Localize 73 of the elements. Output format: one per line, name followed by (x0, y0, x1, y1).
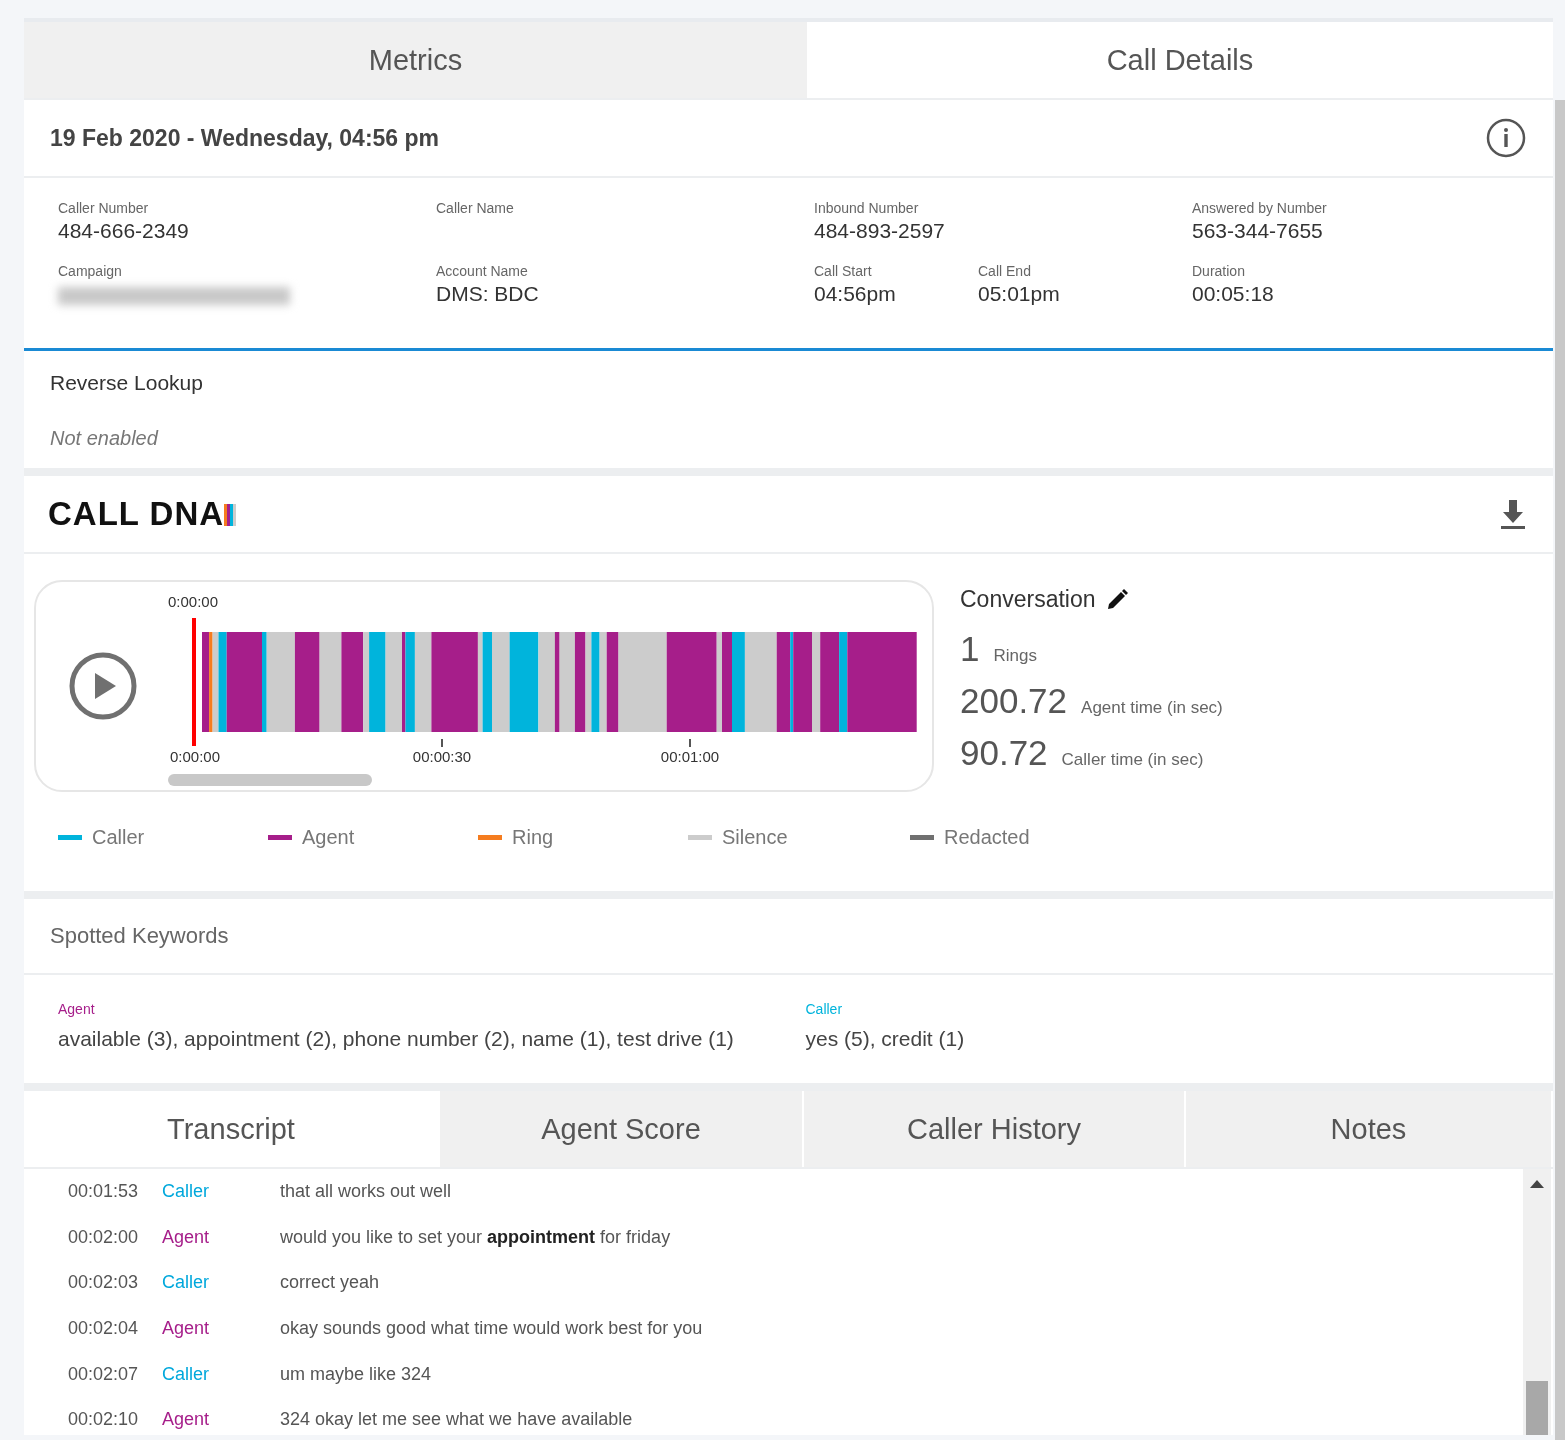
keyword-group-label: Agent (58, 1001, 96, 1017)
tab[interactable]: Metrics (24, 22, 809, 98)
transcript-text: would you like to set your appointment for friday (280, 1226, 671, 1248)
transcript-text: um maybe like 324 (280, 1363, 432, 1385)
playhead-handle[interactable] (192, 618, 196, 746)
timestamp: 00:02:07 (68, 1363, 140, 1385)
timestamp: 00:02:00 (68, 1226, 140, 1248)
tab[interactable]: Caller History (804, 1091, 1186, 1167)
timestamp: 00:02:04 (68, 1318, 140, 1340)
speaker-label: Caller (162, 1363, 210, 1385)
field-label: Duration (1192, 263, 1246, 281)
time-tick-label: 0:00:00 (170, 748, 221, 765)
conversation-title: Conversation (960, 586, 1096, 613)
timeline-scrollbar[interactable] (168, 774, 372, 786)
page-scrollbar[interactable] (1555, 100, 1565, 1440)
speaker-label: Caller (162, 1181, 210, 1203)
tab[interactable]: Notes (1186, 1091, 1553, 1167)
field-value: 04:56pm (814, 282, 897, 307)
legend-label: Agent (302, 826, 355, 849)
keyword-list: yes (5), credit (1) (805, 1027, 1553, 1051)
legend-label: Caller (92, 826, 145, 849)
field-value: 563-344-7655 (1192, 219, 1324, 244)
speaker-label: Caller (162, 1272, 210, 1294)
field-label: Inbound Number (814, 200, 920, 218)
section-title: Spotted Keywords (24, 899, 1553, 975)
transcript-text: correct yeah (280, 1272, 380, 1294)
stat-label: Rings (993, 646, 1037, 666)
legend-label: Ring (512, 826, 554, 849)
field-label: Caller Number (58, 200, 150, 218)
speaker-label: Agent (162, 1409, 211, 1431)
field-label: Account Name (436, 263, 529, 281)
download-icon[interactable] (1499, 498, 1527, 530)
scroll-up-icon[interactable] (1530, 1179, 1544, 1189)
field-value: 05:01pm (978, 282, 1061, 307)
time-tick-label: 00:01:00 (660, 748, 720, 765)
stat-value: 1 (960, 629, 980, 669)
stat-label: Caller time (in sec) (1061, 750, 1204, 770)
stat-value: 200.72 (960, 681, 1068, 721)
legend-label: Silence (722, 826, 788, 849)
playhead-time: 0:00:00 (168, 593, 219, 610)
field-value: 484-893-2597 (814, 219, 945, 244)
field-label: Campaign (58, 263, 123, 281)
status-text: Not enabled (50, 427, 160, 450)
speaker-label: Agent (162, 1318, 211, 1340)
field-value: 00:05:18 (1192, 282, 1275, 307)
stat-value: 90.72 (960, 733, 1048, 773)
info-icon[interactable] (1485, 117, 1527, 159)
logo-stripes-icon (224, 502, 237, 526)
transcript-text: 324 okay let me see what we have available (280, 1409, 633, 1431)
field-value: 484-666-2349 (58, 219, 189, 244)
transcript-text: that all works out well (280, 1181, 452, 1203)
field-value: DMS: BDC (436, 282, 540, 307)
field-label: Call Start (814, 263, 873, 281)
scrollbar-thumb[interactable] (1526, 1381, 1548, 1435)
time-tick-label: 00:00:30 (412, 748, 472, 765)
pencil-icon[interactable] (1105, 588, 1128, 611)
play-icon[interactable] (68, 651, 138, 721)
field-label: Caller Name (436, 200, 515, 218)
logo-title: CALL DNA (48, 495, 225, 533)
keyword-group-label: Caller (805, 1001, 844, 1017)
timestamp: 00:02:03 (68, 1272, 140, 1294)
timestamp: 00:01:53 (68, 1181, 140, 1203)
field-label: Answered by Number (1192, 200, 1327, 218)
section-title: Reverse Lookup (50, 371, 204, 395)
field-label: Call End (978, 263, 1032, 281)
legend-label: Redacted (944, 826, 1030, 849)
transcript-text: okay sounds good what time would work best for you (280, 1318, 703, 1340)
tab[interactable]: Agent Score (440, 1091, 804, 1167)
timestamp: 00:02:10 (68, 1409, 140, 1431)
stat-label: Agent time (in sec) (1081, 698, 1223, 718)
call-date-title: 19 Feb 2020 - Wednesday, 04:56 pm (50, 124, 440, 152)
speaker-label: Agent (162, 1226, 211, 1248)
keyword-list: available (3), appointment (2), phone number (2), name (1), test drive (1) (58, 1027, 806, 1051)
